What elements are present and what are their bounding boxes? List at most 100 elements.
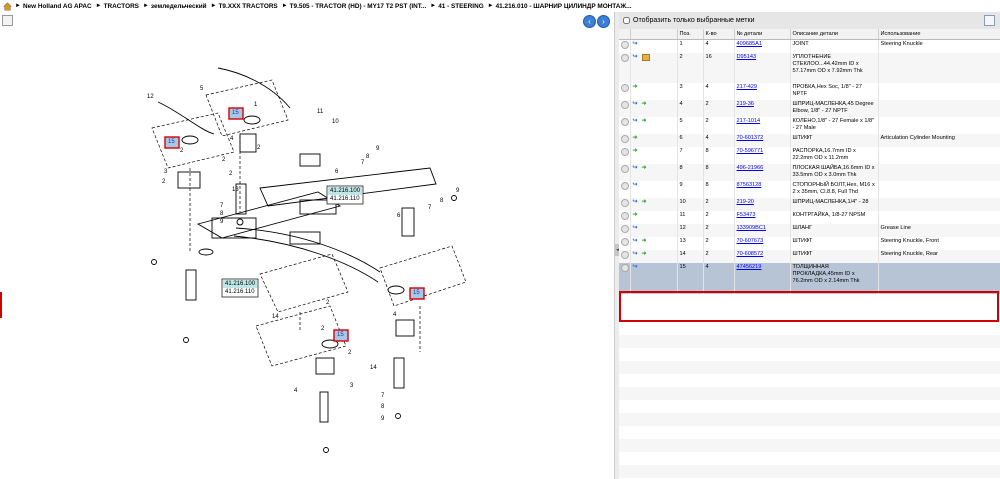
part-number-link[interactable]: 70-601372 [737,135,764,141]
home-icon[interactable] [3,2,12,11]
row-select-cell[interactable] [619,180,631,198]
row-select-icon[interactable] [621,41,629,49]
parts-diagram[interactable]: ‹ › 12 5 1 11 10 4 2 2 9 8 7 6 2 3 2 2 1… [0,12,615,479]
row-select-icon[interactable] [621,134,629,143]
row-select-icon[interactable] [621,211,629,220]
table-row[interactable]: ↪ 12 2 133909BC1 ШЛАНГ Grease Line [619,223,1000,237]
replacement-info-icon[interactable]: ↪ [633,165,639,171]
breadcrumb-item[interactable]: TRACTORS [104,3,139,10]
kit-package-icon[interactable] [641,53,650,61]
replacement-info-icon[interactable]: ↪ [633,264,639,270]
part-number-link[interactable]: D95143 [737,54,757,60]
replacement-info-icon[interactable]: ↪ [633,118,639,124]
part-number-link[interactable]: 219-20 [737,199,754,205]
part-number-link[interactable]: 70-607673 [737,238,764,244]
highlight-label-15[interactable]: 15 [232,110,239,116]
replacement-info-icon[interactable]: ↪ [633,101,639,107]
add-to-cart-icon[interactable]: ➜ [633,148,639,154]
part-number-link[interactable]: F53473 [737,212,756,218]
replacement-info-icon[interactable]: ↪ [633,251,639,257]
part-number-link[interactable]: 70-596771 [737,148,764,154]
column-header[interactable] [619,29,631,40]
row-select-cell[interactable] [619,99,631,117]
reference-link[interactable]: 41.216.100 [330,188,360,194]
table-row[interactable]: ↪ ➜ 8 8 496-21966 ПЛОСКАЯ ШАЙБА,16.6mm ID x 3… [619,163,1000,181]
column-header[interactable]: К-во [703,29,735,40]
part-number-link[interactable]: 217-429 [737,84,758,90]
row-select-cell[interactable] [619,210,631,224]
row-select-icon[interactable] [621,224,629,233]
table-row[interactable]: ➜ 7 8 70-596771 РАСПОРКА,16.7mm ID x 22.2mm … [619,146,1000,164]
table-row[interactable]: ↪ 15 4 47456219 ТОЛЩИННАЯ ПРОКЛАДКА,45mm ID … [619,262,1000,294]
row-select-icon[interactable] [621,100,629,109]
filter-checkbox[interactable] [623,17,630,24]
replacement-info-icon[interactable]: ↪ [633,225,639,231]
row-select-icon[interactable] [621,117,629,126]
column-header[interactable]: Поз. [677,29,704,40]
row-select-icon[interactable] [621,181,629,190]
row-select-cell[interactable] [619,223,631,237]
row-select-cell[interactable] [619,82,631,100]
row-select-icon[interactable] [621,83,629,92]
table-row[interactable]: ↪ ➜ 13 2 70-607673 ШТИФТ Steering Knuckle, Fro… [619,236,1000,250]
row-select-cell[interactable] [619,39,631,53]
part-number-link[interactable]: 133909BC1 [737,225,767,231]
add-to-cart-icon[interactable]: ➜ [633,135,639,141]
table-row[interactable]: ↪ 2 16 D95143 УПЛОТНЕНИЕ СТЕКЛОО...44.42mm I… [619,52,1000,83]
column-header[interactable]: Использование [878,29,1000,40]
table-row[interactable]: ↪ ➜ 10 2 219-20 ШПРИЦ-МАСЛЕНКА,1/4" - 28 [619,197,1000,211]
breadcrumb-item[interactable]: T9.505 - TRACTOR (HD) - MY17 T2 PST (INT… [290,3,427,10]
row-select-cell[interactable] [619,236,631,250]
replacement-info-icon[interactable]: ↪ [633,238,639,244]
add-to-cart-icon[interactable]: ➜ [642,251,648,257]
replacement-info-icon[interactable]: ↪ [633,182,639,188]
row-select-cell[interactable] [619,249,631,263]
row-select-icon[interactable] [621,147,629,156]
breadcrumb-item[interactable]: 41.216.010 - ШАРНИР ЦИЛИНДР МОНТАЖ... [496,3,632,10]
highlight-label-15[interactable]: 15 [168,139,175,145]
breadcrumb-item[interactable]: New Holland AG APAC [23,3,92,10]
table-row[interactable]: ↪ ➜ 14 2 70-608572 ШТИФТ Steering Knuckle, Rea… [619,249,1000,263]
row-select-cell[interactable] [619,133,631,147]
column-header[interactable]: Описание детали [790,29,879,40]
add-to-cart-icon[interactable]: ➜ [642,238,648,244]
part-number-link[interactable]: 496-21966 [737,165,764,171]
table-row[interactable]: ↪ 1 4 409685A1 JOINT Steering Knuckle [619,39,1000,53]
row-select-cell[interactable] [619,116,631,134]
row-select-cell[interactable] [619,146,631,164]
add-to-cart-icon[interactable]: ➜ [633,84,639,90]
table-row[interactable]: ➜ 11 2 F53473 КОНТРГАЙКА, 1/8-27 NPSM [619,210,1000,224]
breadcrumb-item[interactable]: T9.XXX TRACTORS [219,3,278,10]
replacement-info-icon[interactable]: ↪ [633,41,639,47]
breadcrumb-item[interactable]: 41 - STEERING [438,3,483,10]
row-select-cell[interactable] [619,197,631,211]
table-row[interactable]: ➜ 6 4 70-601372 ШТИФТ Articulation Cylinder M… [619,133,1000,147]
part-number-link[interactable]: 70-608572 [737,251,764,257]
part-number-link[interactable]: 219-36 [737,101,754,107]
table-row[interactable]: ↪ ➜ 5 2 217-1014 КОЛЕНО,1/8" - 27 Female x 1/… [619,116,1000,134]
row-select-icon[interactable] [621,198,629,207]
highlight-label-15[interactable]: 15 [413,290,420,296]
row-select-icon[interactable] [621,164,629,173]
row-select-icon[interactable] [621,263,629,272]
column-header[interactable]: № детали [734,29,791,40]
table-row[interactable]: ↪ ➜ 4 2 219-36 ШПРИЦ-МАСЛЕНКА,45 Degree Elbow… [619,99,1000,117]
part-number-link[interactable]: 47456219 [737,264,762,270]
row-select-cell[interactable] [619,52,631,83]
part-number-link[interactable]: 409685A1 [737,41,763,47]
reference-link[interactable]: 41.216.100 [225,281,255,287]
add-to-cart-icon[interactable]: ➜ [642,165,648,171]
part-number-link[interactable]: 217-1014 [737,118,761,124]
table-row[interactable]: ↪ 9 8 87563128 СТОПОРНЫЙ БОЛТ,Hex, M16 x 2 x… [619,180,1000,198]
table-row[interactable]: ➜ 3 4 217-429 ПРОБКА,Hex Soc, 1/8" - 27 NPTF [619,82,1000,100]
replacement-info-icon[interactable]: ↪ [633,54,639,60]
add-to-cart-icon[interactable]: ➜ [642,118,648,124]
row-select-icon[interactable] [621,53,629,62]
part-number-link[interactable]: 87563128 [737,182,762,188]
replacement-info-icon[interactable]: ↪ [633,199,639,205]
add-to-cart-icon[interactable]: ➜ [642,101,648,107]
row-select-icon[interactable] [621,250,629,259]
add-to-cart-icon[interactable]: ➜ [633,212,639,218]
row-select-icon[interactable] [621,237,629,246]
row-select-cell[interactable] [619,262,631,294]
